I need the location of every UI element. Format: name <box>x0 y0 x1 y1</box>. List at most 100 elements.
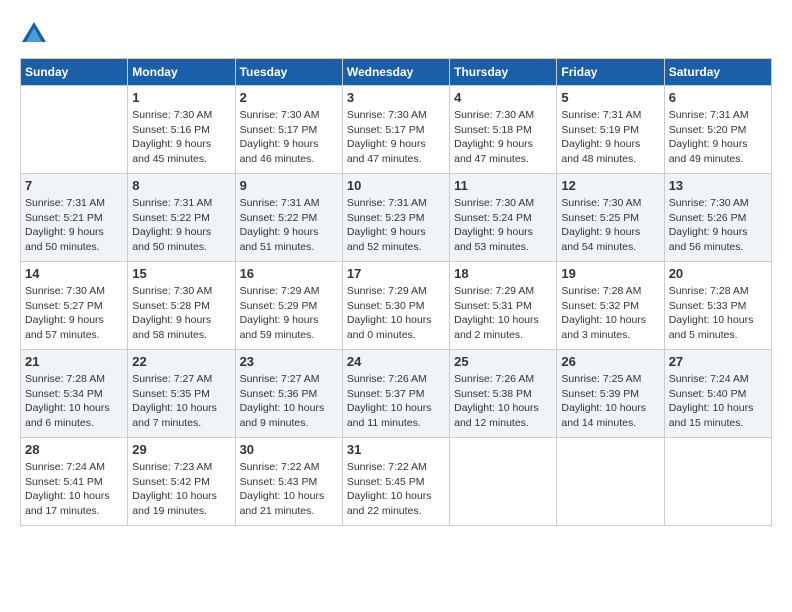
calendar-day-cell: 1 Sunrise: 7:30 AM Sunset: 5:16 PM Daylig… <box>128 86 235 174</box>
day-info: Sunrise: 7:24 AM Sunset: 5:40 PM Dayligh… <box>669 372 767 431</box>
day-info: Sunrise: 7:30 AM Sunset: 5:17 PM Dayligh… <box>347 108 445 167</box>
calendar-week-row: 1 Sunrise: 7:30 AM Sunset: 5:16 PM Daylig… <box>21 86 772 174</box>
header <box>20 20 772 48</box>
weekday-header-saturday: Saturday <box>664 59 771 86</box>
day-number: 12 <box>561 178 659 193</box>
day-number: 9 <box>240 178 338 193</box>
calendar-day-cell: 11Sunrise: 7:30 AM Sunset: 5:24 PM Dayli… <box>450 174 557 262</box>
calendar-day-cell: 14Sunrise: 7:30 AM Sunset: 5:27 PM Dayli… <box>21 262 128 350</box>
day-number: 4 <box>454 90 552 105</box>
weekday-header-tuesday: Tuesday <box>235 59 342 86</box>
day-number: 27 <box>669 354 767 369</box>
calendar-day-cell: 20 Sunrise: 7:28 AM Sunset: 5:33 PM Dayli… <box>664 262 771 350</box>
calendar-day-cell: 4 Sunrise: 7:30 AM Sunset: 5:18 PM Daylig… <box>450 86 557 174</box>
day-info: Sunrise: 7:31 AM Sunset: 5:23 PM Dayligh… <box>347 196 445 255</box>
day-info: Sunrise: 7:23 AM Sunset: 5:42 PM Dayligh… <box>132 460 230 519</box>
day-info: Sunrise: 7:28 AM Sunset: 5:34 PM Dayligh… <box>25 372 123 431</box>
calendar-day-cell: 12 Sunrise: 7:30 AM Sunset: 5:25 PM Dayli… <box>557 174 664 262</box>
calendar-week-row: 14Sunrise: 7:30 AM Sunset: 5:27 PM Dayli… <box>21 262 772 350</box>
day-number: 23 <box>240 354 338 369</box>
calendar: SundayMondayTuesdayWednesdayThursdayFrid… <box>20 58 772 526</box>
day-number: 15 <box>132 266 230 281</box>
calendar-day-cell: 2Sunrise: 7:30 AM Sunset: 5:17 PM Daylig… <box>235 86 342 174</box>
day-info: Sunrise: 7:29 AM Sunset: 5:29 PM Dayligh… <box>240 284 338 343</box>
weekday-header-wednesday: Wednesday <box>342 59 449 86</box>
calendar-day-cell <box>450 438 557 526</box>
weekday-header-friday: Friday <box>557 59 664 86</box>
day-number: 24 <box>347 354 445 369</box>
day-info: Sunrise: 7:25 AM Sunset: 5:39 PM Dayligh… <box>561 372 659 431</box>
day-number: 19 <box>561 266 659 281</box>
day-info: Sunrise: 7:31 AM Sunset: 5:21 PM Dayligh… <box>25 196 123 255</box>
calendar-day-cell: 7 Sunrise: 7:31 AM Sunset: 5:21 PM Daylig… <box>21 174 128 262</box>
day-number: 6 <box>669 90 767 105</box>
day-number: 20 <box>669 266 767 281</box>
day-number: 7 <box>25 178 123 193</box>
weekday-header-sunday: Sunday <box>21 59 128 86</box>
calendar-day-cell: 8Sunrise: 7:31 AM Sunset: 5:22 PM Daylig… <box>128 174 235 262</box>
day-number: 28 <box>25 442 123 457</box>
day-info: Sunrise: 7:31 AM Sunset: 5:20 PM Dayligh… <box>669 108 767 167</box>
day-info: Sunrise: 7:31 AM Sunset: 5:19 PM Dayligh… <box>561 108 659 167</box>
day-info: Sunrise: 7:28 AM Sunset: 5:32 PM Dayligh… <box>561 284 659 343</box>
calendar-day-cell: 6 Sunrise: 7:31 AM Sunset: 5:20 PM Daylig… <box>664 86 771 174</box>
day-info: Sunrise: 7:30 AM Sunset: 5:28 PM Dayligh… <box>132 284 230 343</box>
day-info: Sunrise: 7:30 AM Sunset: 5:16 PM Dayligh… <box>132 108 230 167</box>
day-number: 18 <box>454 266 552 281</box>
calendar-day-cell: 15 Sunrise: 7:30 AM Sunset: 5:28 PM Dayli… <box>128 262 235 350</box>
day-info: Sunrise: 7:31 AM Sunset: 5:22 PM Dayligh… <box>132 196 230 255</box>
calendar-day-cell: 27 Sunrise: 7:24 AM Sunset: 5:40 PM Dayli… <box>664 350 771 438</box>
calendar-day-cell: 18 Sunrise: 7:29 AM Sunset: 5:31 PM Dayli… <box>450 262 557 350</box>
day-info: Sunrise: 7:30 AM Sunset: 5:18 PM Dayligh… <box>454 108 552 167</box>
calendar-day-cell: 21 Sunrise: 7:28 AM Sunset: 5:34 PM Dayli… <box>21 350 128 438</box>
calendar-day-cell: 25 Sunrise: 7:26 AM Sunset: 5:38 PM Dayli… <box>450 350 557 438</box>
calendar-day-cell: 13 Sunrise: 7:30 AM Sunset: 5:26 PM Dayli… <box>664 174 771 262</box>
calendar-day-cell: 3 Sunrise: 7:30 AM Sunset: 5:17 PM Daylig… <box>342 86 449 174</box>
calendar-week-row: 7 Sunrise: 7:31 AM Sunset: 5:21 PM Daylig… <box>21 174 772 262</box>
day-info: Sunrise: 7:27 AM Sunset: 5:36 PM Dayligh… <box>240 372 338 431</box>
weekday-header-row: SundayMondayTuesdayWednesdayThursdayFrid… <box>21 59 772 86</box>
calendar-day-cell <box>557 438 664 526</box>
weekday-header-thursday: Thursday <box>450 59 557 86</box>
calendar-day-cell: 28Sunrise: 7:24 AM Sunset: 5:41 PM Dayli… <box>21 438 128 526</box>
day-info: Sunrise: 7:30 AM Sunset: 5:17 PM Dayligh… <box>240 108 338 167</box>
day-info: Sunrise: 7:30 AM Sunset: 5:26 PM Dayligh… <box>669 196 767 255</box>
day-number: 3 <box>347 90 445 105</box>
day-number: 10 <box>347 178 445 193</box>
day-number: 25 <box>454 354 552 369</box>
day-number: 17 <box>347 266 445 281</box>
day-info: Sunrise: 7:22 AM Sunset: 5:45 PM Dayligh… <box>347 460 445 519</box>
day-info: Sunrise: 7:28 AM Sunset: 5:33 PM Dayligh… <box>669 284 767 343</box>
calendar-day-cell <box>664 438 771 526</box>
day-info: Sunrise: 7:30 AM Sunset: 5:24 PM Dayligh… <box>454 196 552 255</box>
day-info: Sunrise: 7:26 AM Sunset: 5:37 PM Dayligh… <box>347 372 445 431</box>
day-number: 13 <box>669 178 767 193</box>
calendar-day-cell: 30 Sunrise: 7:22 AM Sunset: 5:43 PM Dayli… <box>235 438 342 526</box>
calendar-week-row: 28Sunrise: 7:24 AM Sunset: 5:41 PM Dayli… <box>21 438 772 526</box>
day-number: 16 <box>240 266 338 281</box>
day-info: Sunrise: 7:26 AM Sunset: 5:38 PM Dayligh… <box>454 372 552 431</box>
day-info: Sunrise: 7:29 AM Sunset: 5:30 PM Dayligh… <box>347 284 445 343</box>
day-number: 21 <box>25 354 123 369</box>
day-number: 1 <box>132 90 230 105</box>
calendar-day-cell: 29Sunrise: 7:23 AM Sunset: 5:42 PM Dayli… <box>128 438 235 526</box>
day-info: Sunrise: 7:29 AM Sunset: 5:31 PM Dayligh… <box>454 284 552 343</box>
day-number: 14 <box>25 266 123 281</box>
day-number: 5 <box>561 90 659 105</box>
weekday-header-monday: Monday <box>128 59 235 86</box>
day-info: Sunrise: 7:22 AM Sunset: 5:43 PM Dayligh… <box>240 460 338 519</box>
calendar-day-cell: 16 Sunrise: 7:29 AM Sunset: 5:29 PM Dayli… <box>235 262 342 350</box>
calendar-day-cell: 24 Sunrise: 7:26 AM Sunset: 5:37 PM Dayli… <box>342 350 449 438</box>
day-info: Sunrise: 7:30 AM Sunset: 5:25 PM Dayligh… <box>561 196 659 255</box>
day-info: Sunrise: 7:27 AM Sunset: 5:35 PM Dayligh… <box>132 372 230 431</box>
calendar-day-cell: 9 Sunrise: 7:31 AM Sunset: 5:22 PM Daylig… <box>235 174 342 262</box>
day-number: 30 <box>240 442 338 457</box>
calendar-week-row: 21 Sunrise: 7:28 AM Sunset: 5:34 PM Dayli… <box>21 350 772 438</box>
day-info: Sunrise: 7:31 AM Sunset: 5:22 PM Dayligh… <box>240 196 338 255</box>
calendar-day-cell: 26Sunrise: 7:25 AM Sunset: 5:39 PM Dayli… <box>557 350 664 438</box>
day-number: 31 <box>347 442 445 457</box>
logo <box>20 20 52 48</box>
calendar-day-cell: 31 Sunrise: 7:22 AM Sunset: 5:45 PM Dayli… <box>342 438 449 526</box>
calendar-day-cell: 17 Sunrise: 7:29 AM Sunset: 5:30 PM Dayli… <box>342 262 449 350</box>
calendar-day-cell: 22Sunrise: 7:27 AM Sunset: 5:35 PM Dayli… <box>128 350 235 438</box>
